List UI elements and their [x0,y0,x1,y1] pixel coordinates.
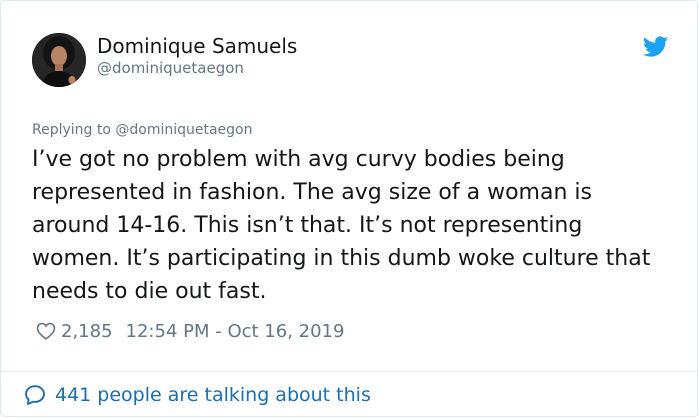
timestamp[interactable]: 12:54 PM - Oct 16, 2019 [126,321,345,342]
avatar[interactable] [32,33,86,87]
conversation-link[interactable]: 441 people are talking about this [23,381,371,409]
conversation-text: 441 people are talking about this [55,384,371,406]
divider [1,371,699,372]
tweet-card: Dominique Samuels @dominiquetaegon Reply… [0,0,699,417]
heart-icon[interactable] [35,320,57,342]
tweet-text: I’ve got no problem with avg curvy bodie… [32,147,651,304]
user-handle[interactable]: @dominiquetaegon [97,58,244,78]
comment-bubble-icon [25,385,45,405]
profile-photo [32,33,86,87]
like-count: 2,185 [61,320,113,342]
replying-to: Replying to @dominiquetaegon [32,122,253,138]
tweet-meta: 2,185 12:54 PM - Oct 16, 2019 [35,319,344,343]
twitter-bird-icon[interactable] [643,36,668,57]
display-name[interactable]: Dominique Samuels [97,33,297,59]
